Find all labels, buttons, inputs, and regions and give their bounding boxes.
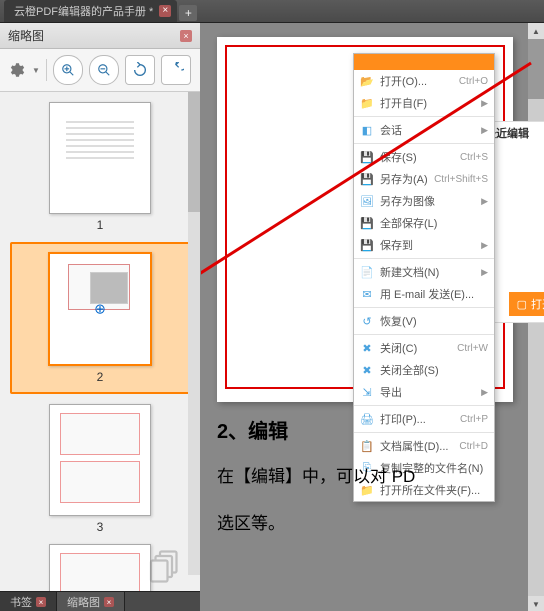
- menu-open[interactable]: 📂打开(O)...Ctrl+O: [354, 70, 494, 92]
- menu-new-doc[interactable]: 📄新建文档(N)▶: [354, 261, 494, 283]
- thumbnail-item[interactable]: 3: [10, 404, 190, 534]
- document-tab[interactable]: 云橙PDF编辑器的产品手册 * ×: [4, 0, 177, 22]
- chevron-right-icon: ▶: [481, 98, 488, 109]
- separator: [46, 59, 47, 81]
- scroll-down-button[interactable]: ▼: [528, 596, 544, 611]
- menu-save-as[interactable]: 💾另存为(A)...Ctrl+Shift+S: [354, 168, 494, 190]
- thumbnails-list: 1 ⊕ 2 3: [0, 92, 200, 591]
- doc-text-section: 2、编辑 在【编辑】中，可以对 PD 选区等。: [217, 415, 524, 556]
- tab-thumbnails-label: 缩略图: [67, 594, 100, 610]
- section-heading: 2、编辑: [217, 415, 524, 444]
- panel-header: 缩略图 ×: [0, 23, 200, 49]
- bottom-tabs: 书签 × 缩略图 ×: [0, 591, 200, 611]
- save-all-icon: 💾: [360, 216, 374, 230]
- close-all-icon: ✖: [360, 363, 374, 377]
- chevron-right-icon: ▶: [481, 240, 488, 251]
- open-more-button[interactable]: ▢ 打开更: [509, 292, 544, 316]
- menu-sessions[interactable]: ◧会话▶: [354, 119, 494, 141]
- tab-bookmarks[interactable]: 书签 ×: [0, 592, 57, 611]
- new-tab-button[interactable]: +: [179, 5, 197, 21]
- chevron-right-icon: ▶: [481, 267, 488, 278]
- email-icon: ✉: [360, 287, 374, 301]
- zoom-out-button[interactable]: [89, 55, 119, 85]
- close-icon[interactable]: ×: [36, 597, 46, 607]
- menu-restore[interactable]: ↺恢复(V): [354, 310, 494, 332]
- menu-open-from[interactable]: 📁打开自(F)▶: [354, 92, 494, 114]
- section-line-1: 在【编辑】中，可以对 PD: [217, 462, 524, 487]
- zoom-in-button[interactable]: [53, 55, 83, 85]
- chevron-down-icon[interactable]: ▼: [32, 66, 40, 75]
- menu-email[interactable]: ✉用 E-mail 发送(E)...: [354, 283, 494, 305]
- page-number: 2: [97, 370, 104, 384]
- menu-save[interactable]: 💾保存(S)Ctrl+S: [354, 146, 494, 168]
- scrollbar-vertical[interactable]: [188, 92, 200, 575]
- tab-bar: 云橙PDF编辑器的产品手册 * × +: [0, 0, 544, 22]
- thumbnail-item-selected[interactable]: ⊕ 2: [10, 242, 190, 394]
- menu-save-all[interactable]: 💾全部保存(L): [354, 212, 494, 234]
- panel-title-text: 缩略图: [8, 27, 44, 44]
- save-icon: 💾: [360, 150, 374, 164]
- tab-bookmarks-label: 书签: [10, 594, 32, 610]
- thumbnails-toolbar: ▼: [0, 49, 200, 92]
- close-panel-icon[interactable]: ×: [180, 30, 192, 42]
- save-as-icon: 💾: [360, 172, 374, 186]
- tab-thumbnails[interactable]: 缩略图 ×: [57, 592, 125, 611]
- gear-icon[interactable]: [6, 60, 26, 80]
- document-tab-title: 云橙PDF编辑器的产品手册 *: [14, 3, 153, 19]
- chevron-right-icon: ▶: [481, 196, 488, 207]
- pages-stack-icon: [148, 547, 184, 583]
- menu-export[interactable]: ⇲导出▶: [354, 381, 494, 403]
- chevron-right-icon: ▶: [481, 387, 488, 398]
- open-icon: ▢: [517, 298, 527, 311]
- menu-separator: [354, 258, 494, 259]
- folder-open-icon: 📂: [360, 74, 374, 88]
- thumbnail-page-3[interactable]: [49, 404, 151, 516]
- menu-separator: [354, 143, 494, 144]
- thumbnail-page-4[interactable]: [49, 544, 151, 591]
- menu-save-image[interactable]: 🖼另存为图像▶: [354, 190, 494, 212]
- open-more-label: 打开更: [531, 296, 544, 312]
- document-page[interactable]: 最近编辑 ▢ 打开更 📂打开(O)...Ctrl+O 📁打开自(F)▶ ◧会话▶…: [217, 37, 513, 402]
- section-line-2: 选区等。: [217, 509, 524, 534]
- session-icon: ◧: [360, 123, 374, 137]
- restore-icon: ↺: [360, 314, 374, 328]
- menu-separator: [354, 307, 494, 308]
- chevron-right-icon: ▶: [481, 125, 488, 136]
- rotate-right-button[interactable]: [161, 55, 191, 85]
- new-doc-icon: 📄: [360, 265, 374, 279]
- image-icon: 🖼: [360, 194, 374, 208]
- menu-close-all[interactable]: ✖关闭全部(S): [354, 359, 494, 381]
- scrollbar-handle[interactable]: [528, 39, 544, 99]
- menu-close[interactable]: ✖关闭(C)Ctrl+W: [354, 337, 494, 359]
- page-number: 1: [97, 218, 104, 232]
- thumbnails-panel: 缩略图 × ▼ 1: [0, 23, 201, 611]
- close-doc-icon: ✖: [360, 341, 374, 355]
- menu-header: [354, 54, 494, 70]
- crosshair-icon: ⊕: [94, 301, 106, 318]
- thumbnail-item[interactable]: 1: [10, 102, 190, 232]
- page-number: 3: [97, 520, 104, 534]
- thumbnail-page-2[interactable]: ⊕: [48, 252, 152, 366]
- document-view: ▲ ▼ 最近编辑 ▢ 打开更 📂打开(O)...Ctrl+O 📁打开自(F)▶: [201, 23, 544, 611]
- close-tab-icon[interactable]: ×: [159, 5, 171, 17]
- save-to-icon: 💾: [360, 238, 374, 252]
- thumbnail-page-1[interactable]: [49, 102, 151, 214]
- menu-separator: [354, 405, 494, 406]
- scrollbar-handle[interactable]: [188, 92, 200, 212]
- menu-separator: [354, 334, 494, 335]
- menu-save-to[interactable]: 💾保存到▶: [354, 234, 494, 256]
- export-icon: ⇲: [360, 385, 374, 399]
- close-icon[interactable]: ×: [104, 597, 114, 607]
- rotate-left-button[interactable]: [125, 55, 155, 85]
- scroll-up-button[interactable]: ▲: [528, 23, 544, 39]
- menu-separator: [354, 116, 494, 117]
- folder-icon: 📁: [360, 96, 374, 110]
